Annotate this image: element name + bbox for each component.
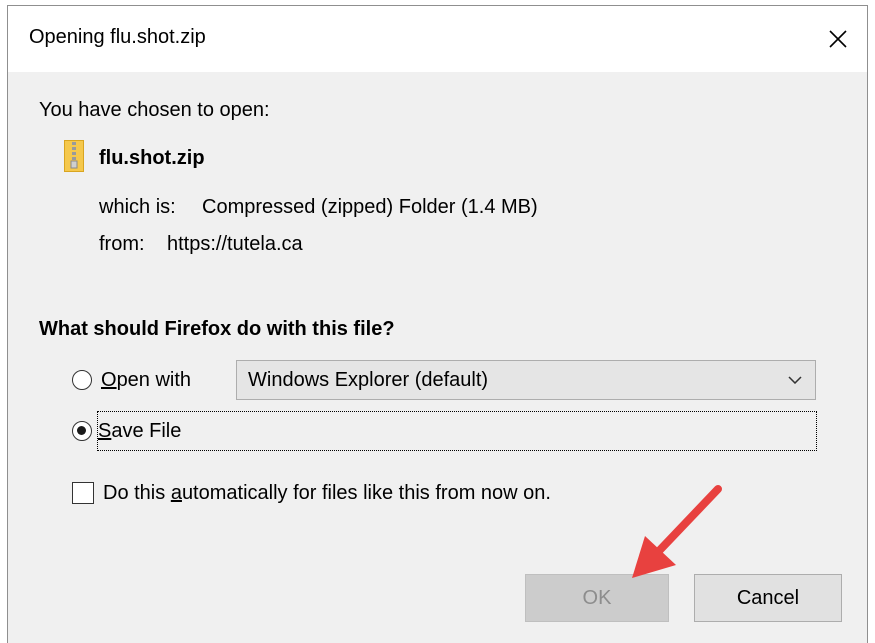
save-file-radio-circle[interactable] [72, 421, 92, 441]
ok-button[interactable]: OK [525, 574, 669, 622]
zip-folder-icon [64, 140, 84, 172]
save-file-label: Save File [98, 419, 182, 442]
close-icon [829, 30, 847, 48]
open-with-radio[interactable]: Open with [72, 361, 191, 399]
title-bar: Opening flu.shot.zip [8, 6, 867, 72]
download-dialog: Opening flu.shot.zip You have chosen to … [7, 5, 868, 643]
chevron-down-icon [775, 376, 815, 384]
open-with-app-value: Windows Explorer (default) [248, 368, 489, 391]
dialog-body: You have chosen to open: flu.shot.zip wh… [8, 72, 867, 643]
auto-action-checkbox[interactable] [72, 482, 94, 504]
cancel-button[interactable]: Cancel [694, 574, 842, 622]
file-source-label: from: [99, 233, 145, 255]
open-with-label: Open with [101, 368, 192, 391]
file-source-value: https://tutela.ca [167, 233, 303, 255]
auto-action-label: Do this automatically for files like thi… [103, 481, 551, 504]
file-type-label: which is: [99, 196, 176, 218]
dialog-title: Opening flu.shot.zip [29, 26, 206, 48]
open-with-app-select[interactable]: Windows Explorer (default) [236, 360, 816, 400]
open-with-radio-circle[interactable] [72, 370, 92, 390]
save-file-focus-outline [97, 411, 817, 451]
save-file-radio[interactable]: Save File [72, 412, 181, 450]
file-name: flu.shot.zip [99, 147, 205, 169]
action-question: What should Firefox do with this file? [39, 318, 395, 340]
file-type-value: Compressed (zipped) Folder (1.4 MB) [202, 196, 538, 218]
close-button[interactable] [809, 6, 867, 72]
chosen-label: You have chosen to open: [39, 99, 270, 121]
auto-action-checkbox-row[interactable]: Do this automatically for files like thi… [72, 475, 551, 511]
